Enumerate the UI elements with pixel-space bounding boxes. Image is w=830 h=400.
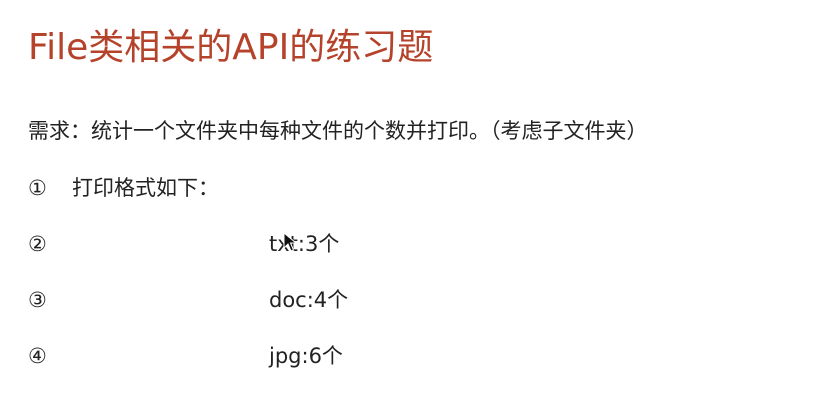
list-marker: ④	[28, 344, 47, 368]
list-item-text: 打印格式如下：	[72, 176, 219, 200]
mouse-cursor-icon	[283, 232, 297, 252]
format-example: txt:3个	[269, 232, 340, 256]
list-item: ① 打印格式如下：	[28, 172, 219, 204]
list-item: ④ jpg:6个	[28, 340, 343, 372]
list-item: ③ doc:4个	[28, 284, 348, 316]
list-marker: ①	[28, 176, 47, 200]
list-marker: ②	[28, 232, 47, 256]
page-title: File类相关的API的练习题	[28, 27, 434, 68]
requirement-text: 需求：统计一个文件夹中每种文件的个数并打印。（考虑子文件夹）	[28, 119, 648, 143]
list-item: ② txt:3个	[28, 228, 339, 260]
format-example: doc:4个	[269, 288, 349, 312]
list-marker: ③	[28, 288, 47, 312]
format-example: jpg:6个	[269, 344, 343, 368]
